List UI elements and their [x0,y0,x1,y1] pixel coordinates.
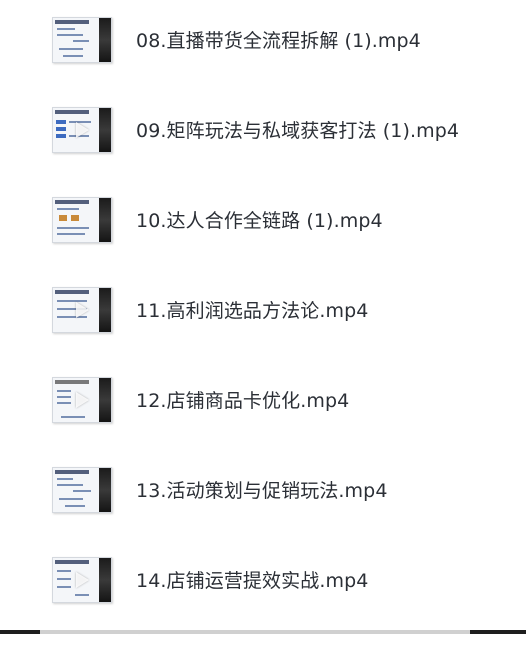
play-icon [76,122,89,138]
list-item-file-11[interactable]: 11.高利润选品方法论.mp4 [0,287,526,377]
video-thumbnail-icon[interactable] [52,557,112,603]
file-name[interactable]: 12.店铺商品卡优化.mp4 [136,386,349,413]
file-name[interactable]: 08.直播带货全流程拆解 (1).mp4 [136,26,421,53]
list-item-file-10[interactable]: 10.达人合作全链路 (1).mp4 [0,197,526,287]
file-name[interactable]: 11.高利润选品方法论.mp4 [136,296,368,323]
scrollbar-right-segment [470,630,526,634]
file-name[interactable]: 09.矩阵玩法与私域获客打法 (1).mp4 [136,116,459,143]
play-icon [76,392,89,408]
list-item-file-09[interactable]: 09.矩阵玩法与私域获客打法 (1).mp4 [0,107,526,197]
list-item-file-08[interactable]: 08.直播带货全流程拆解 (1).mp4 [0,17,526,107]
video-thumbnail-icon[interactable] [52,17,112,63]
bottom-scrollbar[interactable] [0,630,526,634]
video-thumbnail-icon[interactable] [52,107,112,153]
list-item-file-12[interactable]: 12.店铺商品卡优化.mp4 [0,377,526,467]
video-thumbnail-icon[interactable] [52,377,112,423]
file-name[interactable]: 14.店铺运营提效实战.mp4 [136,566,368,593]
file-name[interactable]: 13.活动策划与促销玩法.mp4 [136,476,388,503]
file-name[interactable]: 10.达人合作全链路 (1).mp4 [136,206,383,233]
file-list: 08.直播带货全流程拆解 (1).mp4 09.矩阵玩法与私域获客打法 (1).… [0,0,526,634]
play-icon [76,572,89,588]
scrollbar-left-segment [0,630,40,634]
list-item-file-13[interactable]: 13.活动策划与促销玩法.mp4 [0,467,526,557]
video-thumbnail-icon[interactable] [52,287,112,333]
video-thumbnail-icon[interactable] [52,467,112,513]
play-icon [76,302,89,318]
video-thumbnail-icon[interactable] [52,197,112,243]
